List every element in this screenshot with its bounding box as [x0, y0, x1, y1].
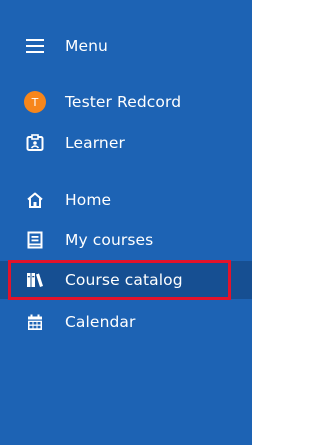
nav-item-calendar[interactable]: Calendar: [0, 303, 252, 341]
user-profile[interactable]: T Tester Redcord: [0, 83, 252, 121]
avatar-initial: T: [24, 91, 46, 113]
role-label: Learner: [65, 134, 125, 152]
library-icon: [24, 269, 46, 291]
nav-item-home[interactable]: Home: [0, 181, 252, 219]
nav-label-calendar: Calendar: [65, 313, 136, 331]
badge-icon: [24, 132, 46, 154]
home-icon: [24, 189, 46, 211]
role-switcher[interactable]: Learner: [0, 124, 252, 162]
menu-label: Menu: [65, 37, 108, 55]
nav-item-course-catalog[interactable]: Course catalog: [0, 261, 252, 299]
calendar-icon: [24, 311, 46, 333]
menu-toggle[interactable]: Menu: [0, 27, 252, 65]
user-name: Tester Redcord: [65, 93, 182, 111]
avatar: T: [24, 91, 46, 113]
nav-item-my-courses[interactable]: My courses: [0, 221, 252, 259]
book-icon: [24, 229, 46, 251]
hamburger-icon: [24, 35, 46, 57]
nav-label-course-catalog: Course catalog: [65, 271, 183, 289]
sidebar: Menu T Tester Redcord Learner Home My co…: [0, 0, 252, 445]
nav-label-my-courses: My courses: [65, 231, 154, 249]
nav-label-home: Home: [65, 191, 112, 209]
